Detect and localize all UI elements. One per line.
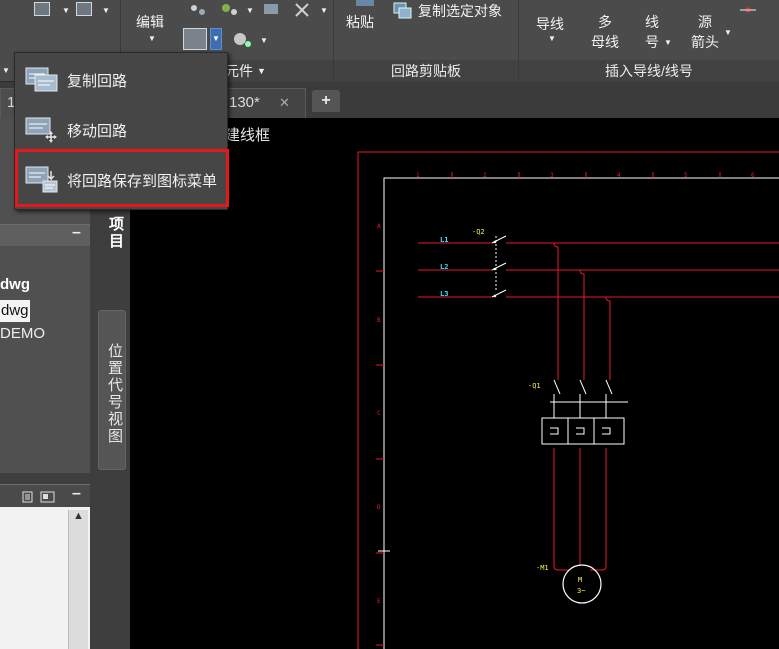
panel-header: – xyxy=(0,224,90,246)
insert-wire-panel-title: 插入导线/线号 xyxy=(519,60,779,82)
column-number: 4 xyxy=(617,172,621,179)
column-number: 1 xyxy=(416,172,420,179)
new-tab-button[interactable]: + xyxy=(312,90,340,112)
chevron-down-icon[interactable]: ▼ xyxy=(724,28,732,37)
row-letter: E xyxy=(377,598,381,605)
motor-tag: -M1 xyxy=(536,564,549,572)
chevron-down-icon[interactable]: ▼ xyxy=(246,6,254,15)
tab-label: 130* xyxy=(229,94,260,111)
chevron-down-icon[interactable]: ▼ xyxy=(664,38,672,47)
circuit-dropdown-menu: 复制回路 移动回路 将回路保存到图标菜单 xyxy=(14,52,229,210)
copy-selected-button[interactable]: 复制选定对象 xyxy=(418,1,502,21)
highlight-box xyxy=(15,149,229,207)
delete-component-icon[interactable] xyxy=(292,0,314,18)
column-ticks xyxy=(451,172,721,178)
row-letter: C xyxy=(377,410,381,417)
tab-location-view[interactable]: 位置代号视图 xyxy=(98,310,126,470)
project-drawing-item-selected[interactable]: dwg xyxy=(0,300,30,322)
breaker-tag: -Q2 xyxy=(472,228,485,236)
chevron-down-icon[interactable]: ▼ xyxy=(62,6,70,15)
components-panel-title: 元件 xyxy=(225,63,253,79)
component-tool-icon[interactable] xyxy=(218,0,240,18)
contactor-symbol xyxy=(541,379,628,445)
wire-button[interactable]: 导线 xyxy=(536,14,564,34)
tab-project[interactable]: 项目 xyxy=(98,208,126,258)
menu-item-copy-circuit[interactable]: 复制回路 xyxy=(15,57,227,101)
collapse-button[interactable]: – xyxy=(72,485,81,503)
copy-selected-icon xyxy=(393,2,412,19)
wire-labels: L1 L2 L3 xyxy=(440,236,448,298)
chevron-down-icon[interactable]: ▼ xyxy=(257,60,266,82)
contactor-tag: -Q1 xyxy=(528,382,541,390)
project-drawing-item[interactable]: dwg xyxy=(0,276,30,293)
wire-label-l2: L2 xyxy=(440,263,448,271)
wire-label-l1: L1 xyxy=(440,236,448,244)
motor-label: M xyxy=(578,576,582,584)
signal-tool-icon[interactable] xyxy=(230,28,254,50)
motor-symbol xyxy=(562,564,602,604)
trace-tool-icon[interactable] xyxy=(76,2,92,16)
close-icon[interactable]: ✕ xyxy=(279,89,290,117)
grid-tool-icon[interactable] xyxy=(34,2,50,16)
phase-wires xyxy=(418,242,779,571)
wire-label-l3: L3 xyxy=(440,290,448,298)
component-tool-icon[interactable] xyxy=(262,0,282,16)
outer-border xyxy=(357,151,779,649)
image-icon[interactable] xyxy=(40,491,56,503)
column-number: 2 xyxy=(483,172,487,179)
row-ticks xyxy=(376,270,390,646)
document-tab-active[interactable]: 130* ✕ xyxy=(216,88,306,118)
collapse-button[interactable]: – xyxy=(72,224,81,242)
project-name-item[interactable]: DEMO xyxy=(0,325,45,342)
document-icon[interactable] xyxy=(22,491,34,503)
paste-icon[interactable] xyxy=(354,0,376,6)
panel-header: – xyxy=(0,484,90,508)
row-letter: B xyxy=(377,317,381,324)
circuit-dropdown-toggle[interactable]: ▼ xyxy=(210,28,222,50)
row-letter: D xyxy=(377,504,381,511)
clipboard-panel-title: 回路剪贴板 xyxy=(334,60,518,82)
source-arrow-button[interactable]: 源 箭头 xyxy=(688,12,722,52)
chevron-down-icon[interactable]: ▼ xyxy=(548,34,556,43)
move-circuit-icon xyxy=(25,117,57,143)
menu-item-move-circuit[interactable]: 移动回路 xyxy=(15,107,227,151)
menu-item-label: 复制回路 xyxy=(67,73,128,90)
breaker-symbol xyxy=(491,235,507,298)
chevron-down-icon[interactable]: ▼ xyxy=(148,34,156,43)
edit-button[interactable]: 编辑 xyxy=(136,12,164,32)
menu-item-label: 移动回路 xyxy=(67,123,128,140)
wire-number-button[interactable]: 线 号 xyxy=(640,12,664,52)
motor-phase-label: 3~ xyxy=(577,587,585,595)
column-number: 6 xyxy=(751,172,755,179)
insert-tool-icon[interactable] xyxy=(738,0,758,18)
chevron-down-icon[interactable]: ▼ xyxy=(102,6,110,15)
chevron-down-icon[interactable]: ▼ xyxy=(260,36,268,45)
chevron-down-icon[interactable]: ▼ xyxy=(320,6,328,15)
component-tool-icon[interactable] xyxy=(188,0,208,18)
circuit-clipboard-icon[interactable] xyxy=(183,28,207,50)
scroll-up-icon[interactable]: ▲ xyxy=(73,510,84,522)
paste-button[interactable]: 粘贴 xyxy=(346,12,374,32)
column-number: 3 xyxy=(550,172,554,179)
column-number: 5 xyxy=(684,172,688,179)
multi-bus-button[interactable]: 多 母线 xyxy=(588,12,622,52)
copy-circuit-icon xyxy=(25,67,58,92)
row-letters: A B C D E xyxy=(377,223,381,605)
row-letter: A xyxy=(377,223,381,230)
chevron-down-icon[interactable]: ▼ xyxy=(2,66,10,75)
vertical-scrollbar[interactable]: ▲ xyxy=(68,510,88,649)
